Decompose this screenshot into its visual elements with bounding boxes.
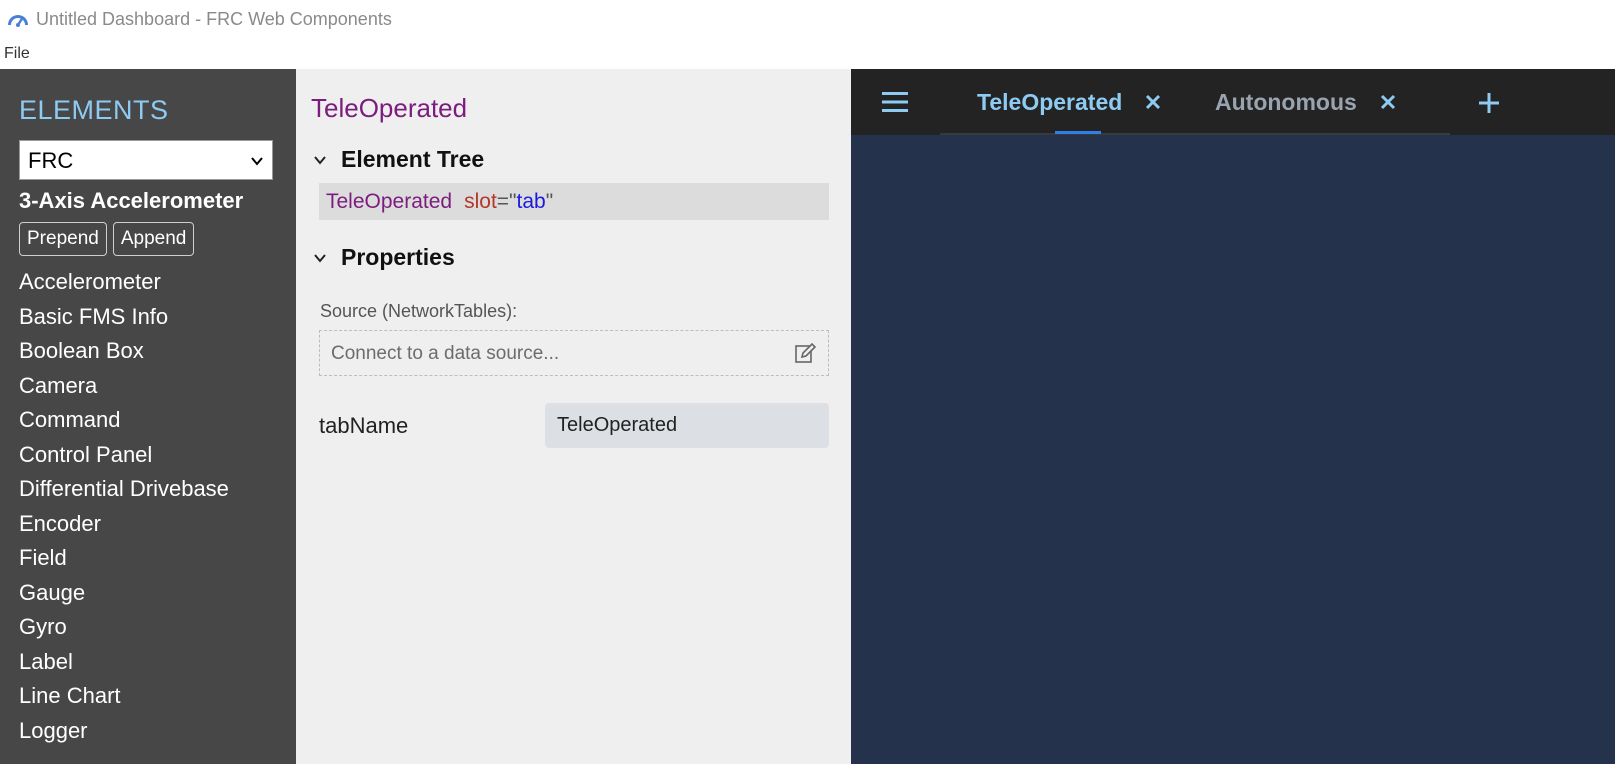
tree-node-tag: TeleOperated bbox=[326, 190, 453, 213]
element-list-item[interactable]: Differential Drivebase bbox=[19, 472, 296, 507]
close-icon[interactable] bbox=[1144, 93, 1162, 111]
element-list-item[interactable]: Accelerometer bbox=[19, 265, 296, 300]
tab-bar: TeleOperated Autonomous bbox=[851, 69, 1615, 135]
menu-file[interactable]: File bbox=[4, 45, 30, 63]
chevron-down-icon bbox=[251, 157, 263, 166]
properties-panel-title: TeleOperated bbox=[311, 93, 468, 123]
element-list-item[interactable]: Boolean Box bbox=[19, 334, 296, 369]
tab-label: Autonomous bbox=[1215, 88, 1357, 115]
elements-sidebar: ELEMENTS FRC 3-Axis Accelerometer Prepen… bbox=[0, 69, 296, 764]
tab-autonomous[interactable]: Autonomous bbox=[1215, 69, 1397, 135]
prepend-button[interactable]: Prepend bbox=[19, 222, 107, 256]
element-list-item[interactable]: Field bbox=[19, 541, 296, 576]
tabname-input[interactable]: TeleOperated bbox=[545, 403, 829, 448]
property-row-tabname: tabName TeleOperated bbox=[319, 403, 835, 448]
properties-heading: Properties bbox=[341, 244, 455, 270]
element-list-item[interactable]: Gyro bbox=[19, 610, 296, 645]
tree-node-attr-eq: =" bbox=[496, 190, 517, 213]
element-list-item[interactable]: Camera bbox=[19, 369, 296, 404]
append-button[interactable]: Append bbox=[112, 222, 195, 256]
add-tab-icon[interactable] bbox=[1479, 93, 1499, 113]
select-value: FRC bbox=[28, 148, 74, 173]
element-tree-node[interactable]: TeleOperated slot="tab" bbox=[319, 183, 829, 220]
element-source-select[interactable]: FRC bbox=[19, 140, 273, 180]
element-list-item[interactable]: Command bbox=[19, 403, 296, 438]
insert-buttons: Prepend Append bbox=[19, 222, 296, 256]
speedometer-icon bbox=[8, 15, 28, 27]
edit-icon[interactable] bbox=[793, 342, 817, 366]
source-label: Source (NetworkTables): bbox=[320, 301, 518, 321]
menu-bar: File bbox=[0, 38, 1615, 69]
properties-panel: TeleOperated Element Tree TeleOperated sl… bbox=[296, 69, 851, 764]
title-bar: Untitled Dashboard - FRC Web Components bbox=[0, 0, 1615, 38]
element-tree-toggle[interactable]: Element Tree bbox=[311, 146, 835, 173]
element-tree-heading: Element Tree bbox=[341, 146, 485, 172]
property-name: tabName bbox=[319, 412, 409, 438]
tab-teleoperated[interactable]: TeleOperated bbox=[977, 69, 1162, 135]
element-list-item[interactable]: Basic FMS Info bbox=[19, 300, 296, 335]
element-list-item[interactable]: Control Panel bbox=[19, 438, 296, 473]
chevron-down-icon bbox=[314, 253, 326, 263]
element-list-item[interactable]: Logger bbox=[19, 714, 296, 749]
tree-node-attr-name: slot bbox=[464, 190, 497, 213]
dashboard-canvas: TeleOperated Autonomous bbox=[851, 69, 1615, 764]
element-list-item[interactable]: Encoder bbox=[19, 507, 296, 542]
source-input[interactable]: Connect to a data source... bbox=[319, 330, 829, 376]
close-icon[interactable] bbox=[1379, 93, 1397, 111]
selected-element-name: 3-Axis Accelerometer bbox=[19, 188, 244, 213]
properties-toggle[interactable]: Properties bbox=[311, 244, 835, 271]
element-list-item[interactable]: Line Chart bbox=[19, 679, 296, 714]
chevron-down-icon bbox=[314, 155, 326, 165]
window-title: Untitled Dashboard - FRC Web Components bbox=[36, 8, 392, 29]
active-tab-indicator bbox=[1055, 131, 1101, 134]
element-list-item[interactable]: Gauge bbox=[19, 576, 296, 611]
hamburger-menu-icon[interactable] bbox=[882, 91, 908, 113]
tree-node-attr-close: " bbox=[545, 190, 554, 213]
tab-label: TeleOperated bbox=[977, 88, 1123, 115]
sidebar-title: ELEMENTS bbox=[19, 95, 169, 125]
element-list: Accelerometer Basic FMS Info Boolean Box… bbox=[19, 265, 296, 748]
tree-node-attr-value: tab bbox=[516, 190, 546, 213]
source-placeholder: Connect to a data source... bbox=[331, 343, 560, 364]
element-list-item[interactable]: Label bbox=[19, 645, 296, 680]
